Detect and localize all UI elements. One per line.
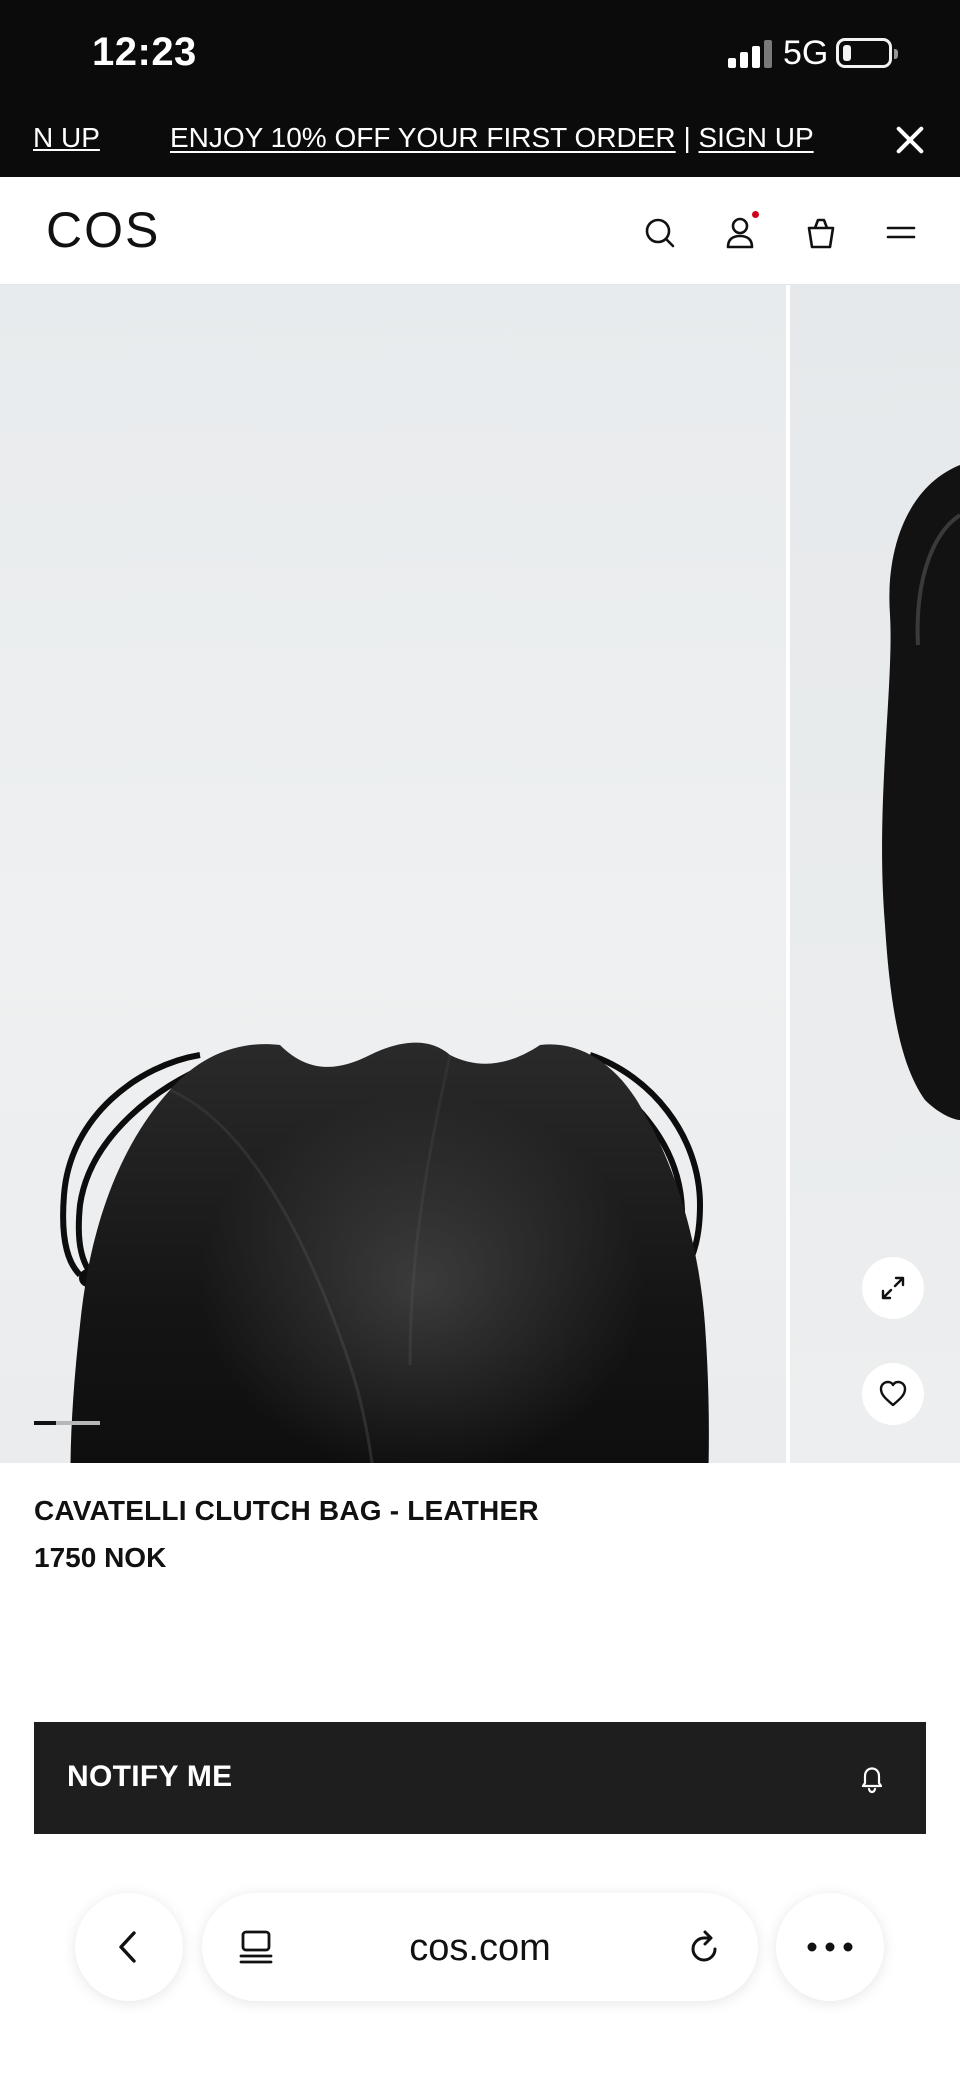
product-title: CAVATELLI CLUTCH BAG - LEATHER	[34, 1495, 539, 1526]
site-header: COS	[0, 177, 960, 285]
url-text[interactable]: cos.com	[202, 1927, 758, 1970]
status-bar: 12:23 5G	[0, 0, 960, 110]
browser-more-button[interactable]	[776, 1893, 884, 2001]
network-label: 5G	[783, 34, 829, 72]
product-image-gallery[interactable]	[0, 285, 960, 1463]
expand-image-button[interactable]	[862, 1257, 924, 1319]
browser-back-button[interactable]	[75, 1893, 183, 2001]
signal-icon	[728, 40, 774, 68]
product-price: 1750 NOK	[34, 1542, 167, 1573]
cos-logo[interactable]: COS	[46, 201, 160, 259]
clutch-bag-illustration	[60, 1042, 709, 1463]
promo-separator: |	[683, 122, 691, 153]
bell-icon	[861, 1767, 883, 1794]
search-icon[interactable]	[640, 213, 680, 253]
expand-icon	[881, 1276, 905, 1300]
bag-icon[interactable]	[801, 213, 841, 253]
chevron-left-icon	[119, 1931, 136, 1963]
heart-icon	[879, 1380, 907, 1407]
menu-icon[interactable]	[881, 213, 921, 253]
account-icon[interactable]	[720, 213, 760, 253]
battery-icon	[836, 38, 898, 68]
product-image[interactable]	[0, 285, 786, 1463]
wishlist-button[interactable]	[862, 1363, 924, 1425]
gallery-progress-indicator	[34, 1421, 100, 1425]
notify-me-label: NOTIFY ME	[67, 1760, 233, 1793]
status-time: 12:23	[92, 30, 197, 74]
notify-me-button[interactable]: NOTIFY ME	[34, 1722, 926, 1834]
promo-signup-link[interactable]: SIGN UP	[699, 122, 814, 153]
promo-message[interactable]: ENJOY 10% OFF YOUR FIRST ORDER | SIGN UP	[170, 122, 814, 154]
account-notification-dot	[752, 211, 759, 218]
more-icon	[807, 1942, 853, 1952]
reload-icon[interactable]	[682, 1925, 726, 1969]
promo-offer-text[interactable]: ENJOY 10% OFF YOUR FIRST ORDER	[170, 122, 676, 153]
promo-banner: N UP ENJOY 10% OFF YOUR FIRST ORDER | SI…	[0, 110, 960, 177]
address-bar[interactable]: cos.com	[202, 1893, 758, 2001]
close-icon[interactable]	[892, 122, 928, 158]
promo-previous-fragment[interactable]: N UP	[33, 122, 100, 154]
